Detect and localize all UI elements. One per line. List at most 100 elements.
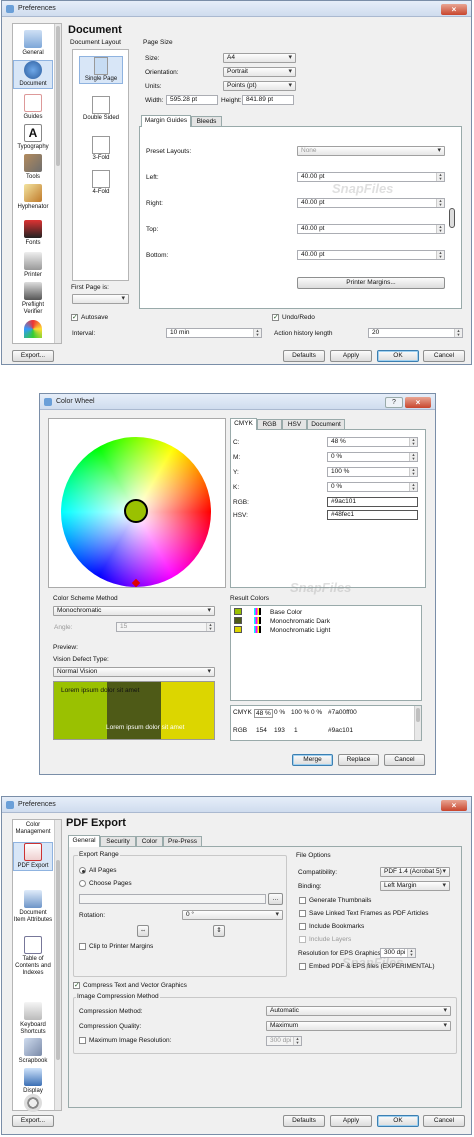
max-image-resolution-input[interactable]: 300 dpi ▲ ▼ bbox=[266, 1036, 302, 1046]
ok-button[interactable]: OK bbox=[377, 1115, 419, 1127]
result-item-base[interactable]: Base Color bbox=[270, 609, 302, 616]
clip-printer-margins-checkbox[interactable] bbox=[79, 943, 86, 950]
embed-eps-checkbox[interactable] bbox=[299, 963, 306, 970]
page-range-input[interactable] bbox=[79, 894, 266, 904]
interval-input[interactable]: 10 min ▲ ▼ bbox=[166, 328, 262, 338]
k-spinner[interactable]: ▲ ▼ bbox=[409, 483, 417, 491]
merge-button[interactable]: Merge bbox=[292, 754, 333, 766]
vision-defect-select[interactable]: Normal Vision bbox=[53, 667, 215, 677]
eps-resolution-spinner[interactable]: ▲ ▼ bbox=[407, 949, 415, 957]
defaults-button[interactable]: Defaults bbox=[283, 350, 325, 362]
right-margin-spinner[interactable]: ▲ ▼ bbox=[436, 199, 444, 207]
rotation-select[interactable]: 0 ° bbox=[182, 910, 283, 920]
replace-button[interactable]: Replace bbox=[338, 754, 379, 766]
angle-spinner[interactable]: ▲ ▼ bbox=[206, 623, 214, 631]
include-bookmarks-checkbox[interactable] bbox=[299, 923, 306, 930]
m-spinner[interactable]: ▲ ▼ bbox=[409, 453, 417, 461]
choose-pages-radio[interactable] bbox=[79, 880, 86, 887]
sidebar-item-document-item-attributes[interactable]: Document Item Attributes bbox=[13, 890, 53, 924]
y-input[interactable]: 100 % ▲ ▼ bbox=[327, 467, 418, 477]
sidebar-scrollbar[interactable] bbox=[54, 24, 61, 343]
sidebar-item-keyboard-shortcuts[interactable]: Keyboard Shortcuts bbox=[13, 1002, 53, 1036]
sidebar-item-fonts[interactable]: Fonts bbox=[13, 220, 53, 247]
include-layers-checkbox[interactable] bbox=[299, 936, 306, 943]
color-wheel-area[interactable] bbox=[48, 418, 226, 588]
compress-text-checkbox[interactable]: ✓ bbox=[73, 982, 80, 989]
browse-pages-button[interactable]: ... bbox=[268, 893, 283, 905]
layout-single-page[interactable]: Single Page bbox=[79, 56, 123, 84]
cancel-button[interactable]: Cancel bbox=[423, 350, 465, 362]
m-input[interactable]: 0 % ▲ ▼ bbox=[327, 452, 418, 462]
y-spinner[interactable]: ▲ ▼ bbox=[409, 468, 417, 476]
sidebar-item-scrapbook[interactable]: Scrapbook bbox=[13, 1038, 53, 1065]
sidebar-item-more[interactable] bbox=[13, 320, 53, 340]
top-margin-input[interactable]: 40.00 pt ▲ ▼ bbox=[297, 224, 445, 234]
compression-quality-select[interactable]: Maximum bbox=[266, 1021, 451, 1031]
compatibility-select[interactable]: PDF 1.4 (Acrobat 5) bbox=[380, 867, 450, 877]
apply-button[interactable]: Apply bbox=[330, 1115, 372, 1127]
generate-thumbnails-checkbox[interactable] bbox=[299, 897, 306, 904]
color-scheme-select[interactable]: Monochromatic bbox=[53, 606, 215, 616]
compression-method-select[interactable]: Automatic bbox=[266, 1006, 451, 1016]
top-margin-spinner[interactable]: ▲ ▼ bbox=[436, 225, 444, 233]
hsv-input[interactable]: #48fec1 bbox=[327, 510, 418, 520]
right-margin-input[interactable]: 40.00 pt ▲ ▼ bbox=[297, 198, 445, 208]
tab-cmyk[interactable]: CMYK bbox=[230, 418, 257, 430]
interval-spinner[interactable]: ▲ ▼ bbox=[253, 329, 261, 337]
preset-layouts-select[interactable]: None bbox=[297, 146, 445, 156]
help-button[interactable]: ? bbox=[385, 397, 403, 408]
save-linked-frames-checkbox[interactable] bbox=[299, 910, 306, 917]
close-button[interactable]: × bbox=[405, 397, 431, 408]
preferences-sidebar[interactable]: Color Management PDF Export Document Ite… bbox=[12, 819, 62, 1112]
sidebar-item-display[interactable]: Display bbox=[13, 1068, 53, 1095]
rgb-input[interactable]: #9ac101 bbox=[327, 497, 418, 507]
layout-4-fold[interactable]: 4-Fold bbox=[79, 170, 123, 196]
layout-3-fold[interactable]: 3-Fold bbox=[79, 136, 123, 162]
sidebar-item-pdf-export[interactable]: PDF Export bbox=[13, 842, 53, 871]
mirror-horizontal-icon[interactable]: ⇔ bbox=[137, 925, 149, 937]
bottom-margin-spinner[interactable]: ▲ ▼ bbox=[436, 251, 444, 259]
base-color-marker[interactable] bbox=[124, 499, 148, 523]
tab-general[interactable]: General bbox=[68, 835, 100, 847]
sidebar-item-typography[interactable]: A Typography bbox=[13, 124, 53, 151]
all-pages-radio[interactable] bbox=[79, 867, 86, 874]
result-item-light[interactable]: Monochromatic Light bbox=[270, 627, 330, 634]
document-layout-list[interactable]: Single Page Double Sided 3-Fold 4-Fold bbox=[72, 49, 129, 281]
sidebar-item-tools[interactable]: Tools bbox=[13, 154, 53, 181]
angle-input[interactable]: 15 ▲ ▼ bbox=[116, 622, 215, 632]
export-button[interactable]: Export... bbox=[12, 1115, 54, 1127]
cancel-button[interactable]: Cancel bbox=[384, 754, 425, 766]
export-button[interactable]: Export... bbox=[12, 350, 54, 362]
sidebar-item-table-of-contents[interactable]: Table of Contents and Indexes bbox=[13, 936, 53, 977]
size-select[interactable]: A4 bbox=[223, 53, 296, 63]
max-image-resolution-checkbox[interactable] bbox=[79, 1037, 86, 1044]
sidebar-scrollbar[interactable] bbox=[54, 820, 61, 1110]
printer-margins-button[interactable]: Printer Margins... bbox=[297, 277, 445, 289]
c-spinner[interactable]: ▲ ▼ bbox=[409, 438, 417, 446]
units-select[interactable]: Points (pt) bbox=[223, 81, 296, 91]
undo-redo-checkbox[interactable]: ✓ bbox=[272, 314, 279, 321]
defaults-button[interactable]: Defaults bbox=[283, 1115, 325, 1127]
result-item-dark[interactable]: Monochromatic Dark bbox=[270, 618, 330, 625]
max-resolution-spinner[interactable]: ▲ ▼ bbox=[293, 1037, 301, 1045]
left-margin-spinner[interactable]: ▲ ▼ bbox=[436, 173, 444, 181]
first-page-select[interactable] bbox=[72, 294, 129, 304]
action-history-spinner[interactable]: ▲ ▼ bbox=[454, 329, 462, 337]
sidebar-item-document[interactable]: Document bbox=[13, 60, 53, 89]
close-button[interactable]: × bbox=[441, 4, 467, 15]
width-input[interactable]: 595.28 pt bbox=[166, 95, 218, 105]
cancel-button[interactable]: Cancel bbox=[423, 1115, 465, 1127]
sidebar-item-general[interactable]: General bbox=[13, 30, 53, 57]
preferences-sidebar[interactable]: General Document Guides A Typography Too… bbox=[12, 23, 62, 344]
sidebar-item-hyphenator[interactable]: Hyphenator bbox=[13, 184, 53, 211]
height-input[interactable]: 841.89 pt bbox=[242, 95, 294, 105]
layout-double-sided[interactable]: Double Sided bbox=[79, 96, 123, 122]
mirror-vertical-icon[interactable]: ⇕ bbox=[213, 925, 225, 937]
tab-margin-guides[interactable]: Margin Guides bbox=[141, 115, 191, 127]
chain-link-icon[interactable] bbox=[449, 208, 455, 228]
sidebar-item-guides[interactable]: Guides bbox=[13, 94, 53, 121]
apply-button[interactable]: Apply bbox=[330, 350, 372, 362]
close-button[interactable]: × bbox=[441, 800, 467, 811]
sidebar-item-printer[interactable]: Printer bbox=[13, 252, 53, 279]
bottom-margin-input[interactable]: 40.00 pt ▲ ▼ bbox=[297, 250, 445, 260]
